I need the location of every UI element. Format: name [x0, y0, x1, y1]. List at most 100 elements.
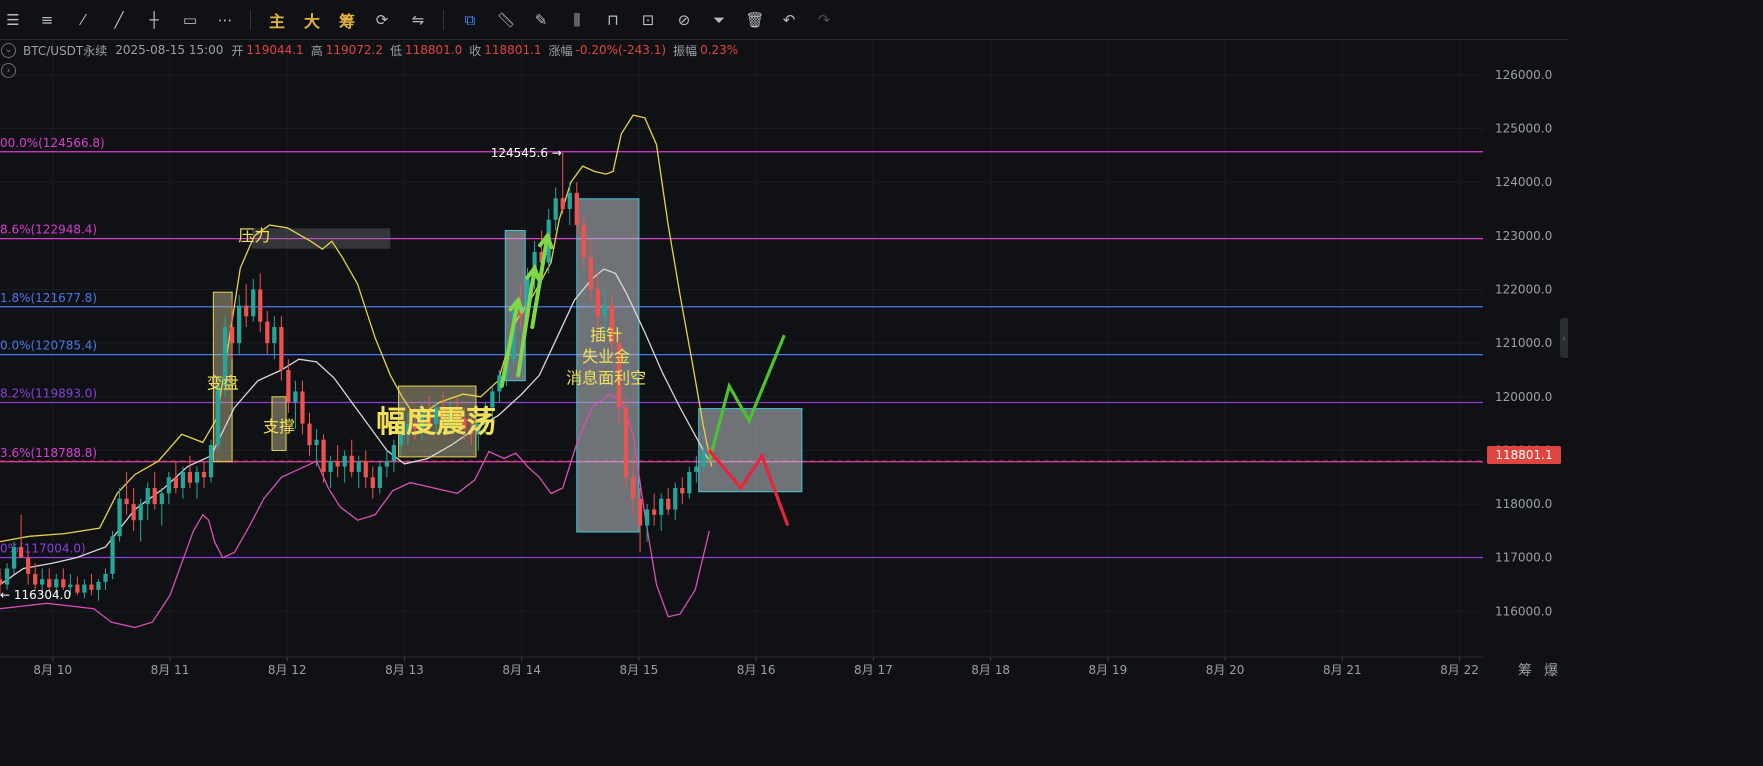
filter-icon[interactable]: ⏷ [706, 7, 732, 33]
side-panel-handle[interactable]: ‹ [1560, 318, 1568, 358]
candle-body [673, 487, 678, 510]
candle-body [652, 509, 657, 515]
candle-body [272, 327, 277, 344]
candle-body [61, 579, 66, 588]
y-tick-label: 124000.0 [1495, 175, 1552, 189]
liquidation-corner-button[interactable]: 爆 [1544, 660, 1558, 680]
chart-annotation: 消息面利空 [566, 368, 646, 387]
candle-body [321, 439, 326, 472]
close-label: 收 [469, 43, 482, 58]
chart-annotation: 失业金 [582, 347, 630, 366]
candle-body [89, 584, 94, 590]
change-label: 涨幅 [548, 43, 573, 58]
candle-body [637, 498, 643, 526]
redo-icon[interactable]: ↷ [811, 7, 837, 33]
ohlc-info-bar: ⌄ BTC/USDT永续 2025-08-15 15:00 开 119044.1 … [0, 42, 745, 58]
candle-body [180, 471, 185, 488]
horizontal-lines-icon[interactable]: ≡ [34, 7, 60, 33]
candle-body [187, 471, 193, 483]
x-tick-label: 8月 13 [385, 663, 424, 677]
fib-level-label: 8.2%(119893.0) [0, 387, 97, 401]
amplitude-label: 振幅 [673, 43, 698, 58]
candle-body [11, 547, 17, 569]
candle-body [645, 509, 650, 526]
x-tick-label: 8月 12 [268, 663, 307, 677]
candle-body [47, 579, 52, 588]
candle-body [138, 504, 143, 521]
candle-body [588, 257, 593, 290]
candle-body [230, 327, 235, 344]
x-tick-label: 8月 22 [1440, 663, 1479, 677]
candle-body [103, 573, 108, 582]
chart-annotation: 变盘 [207, 374, 239, 393]
candle-body [377, 466, 382, 488]
candlestick-chart[interactable]: 00.0%(124566.8) 8.6%(122948.4) 1.8%(121677… [0, 40, 1568, 681]
chart-area[interactable]: 00.0%(124566.8) 8.6%(122948.4) 1.8%(121677… [0, 40, 1568, 681]
candle-body [687, 471, 692, 494]
lock-icon[interactable]: ⊓ [600, 7, 626, 33]
candle-style-icon[interactable]: ⫼ [564, 7, 590, 33]
candle-body [680, 487, 685, 494]
candle-body [201, 471, 207, 478]
candle-body [307, 423, 312, 446]
candle-body [279, 327, 284, 370]
edit-icon[interactable]: ⊡ [635, 7, 661, 33]
x-tick-label: 8月 17 [854, 663, 893, 677]
collapse-icon[interactable]: ⌄ [1, 42, 16, 58]
cross-line-icon[interactable]: ┼ [141, 7, 167, 33]
candle-body [33, 573, 38, 585]
y-tick-label: 116000.0 [1495, 604, 1552, 618]
candle-body [630, 477, 636, 499]
pen-icon[interactable]: ✎ [528, 7, 554, 33]
open-label: 开 [231, 43, 244, 58]
measure-icon[interactable]: ⇋ [405, 7, 431, 33]
x-tick-label: 8月 20 [1206, 663, 1245, 677]
candle-body [602, 305, 608, 317]
change-value: -0.20%(-243.1) [575, 43, 667, 57]
candle-body [110, 536, 115, 574]
price-extreme-marker: 124545.6 → [491, 146, 562, 160]
candle-body [166, 477, 171, 494]
candle-body [244, 305, 249, 317]
trash-icon[interactable]: 🗑︎ [742, 7, 768, 33]
main-indicator-button[interactable]: 主 [264, 7, 290, 33]
ray-line-icon[interactable]: ╱ [106, 7, 132, 33]
sync-icon[interactable]: ⟳ [369, 7, 395, 33]
chip-corner-button[interactable]: 筹 [1518, 660, 1532, 680]
candle-body [131, 504, 136, 521]
candle-body [18, 547, 24, 558]
copy-layer-icon[interactable]: ⧉ [457, 7, 483, 33]
chip-distribution-button[interactable]: 筹 [334, 7, 360, 33]
high-label: 高 [310, 43, 323, 58]
rectangle-icon[interactable]: ▭ [177, 7, 203, 33]
candle-body [251, 289, 256, 317]
candle-body [159, 493, 164, 505]
candle-body [173, 477, 178, 488]
candle-body [75, 584, 80, 593]
candle-body [82, 584, 87, 593]
ruler-icon[interactable]: 📏︎ [493, 7, 519, 33]
candle-body [314, 439, 319, 446]
amplitude-value: 0.23% [700, 43, 739, 57]
x-tick-label: 8月 10 [33, 663, 72, 677]
toolbar-divider [250, 10, 251, 30]
candle-body [68, 584, 73, 588]
trend-line-icon[interactable]: ⁄ [70, 7, 96, 33]
menu-icon[interactable]: ☰ [0, 7, 26, 33]
annotation-box [252, 228, 391, 249]
candle-body [124, 498, 129, 505]
candle-body [581, 225, 586, 258]
big-order-button[interactable]: 大 [299, 7, 325, 33]
more-icon[interactable]: ⋯ [212, 7, 238, 33]
low-value: 118801.0 [404, 43, 463, 57]
candle-body [349, 455, 354, 472]
chart-annotation: 压力 [238, 226, 270, 245]
low-label: 低 [389, 43, 402, 58]
x-tick-label: 8月 14 [502, 663, 541, 677]
candle-body [694, 466, 699, 472]
expand-indicators-icon[interactable]: › [1, 63, 16, 78]
magnet-icon[interactable]: ⊘ [671, 7, 697, 33]
y-tick-label: 126000.0 [1495, 68, 1552, 82]
candle-body [4, 568, 10, 585]
undo-icon[interactable]: ↶ [776, 7, 802, 33]
